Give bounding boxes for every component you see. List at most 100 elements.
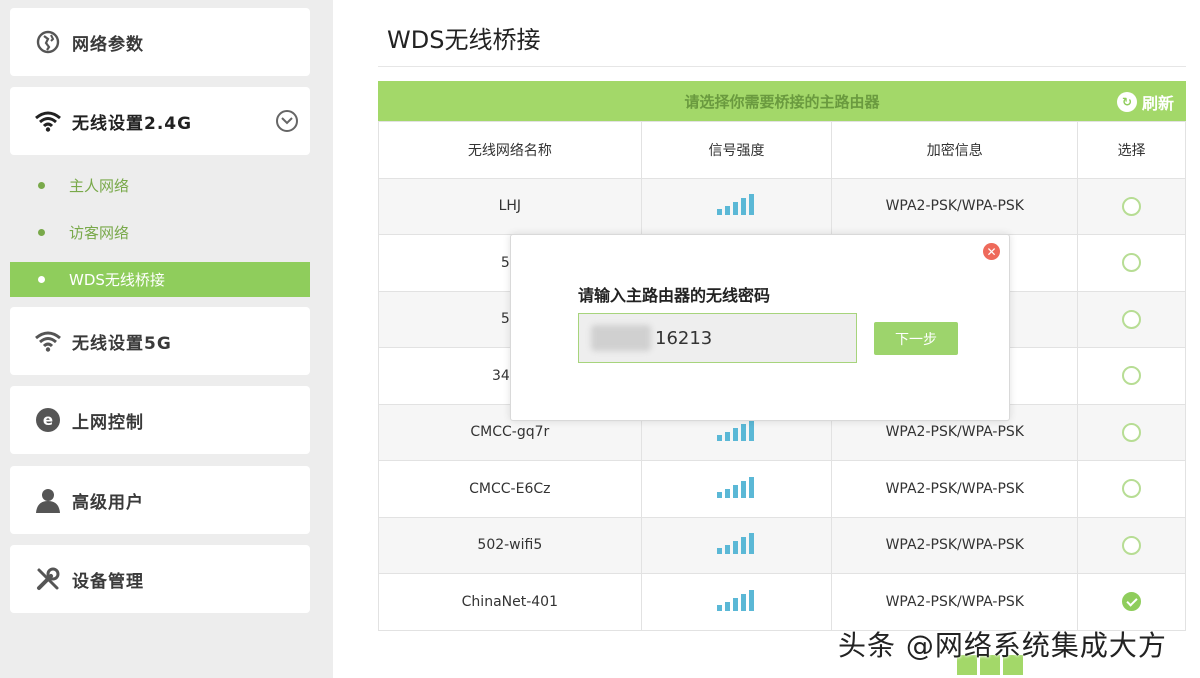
- signal-bar: [740, 424, 746, 442]
- signal-icon: [716, 476, 757, 502]
- select-cell: [1077, 234, 1186, 292]
- divider: [378, 66, 1186, 67]
- sidebar-subitem-host-network[interactable]: 主人网络: [10, 168, 310, 203]
- signal-bar: [748, 194, 754, 216]
- wifi-icon: [34, 107, 62, 135]
- signal-bar: [716, 491, 722, 498]
- bullet-icon: [38, 182, 45, 189]
- watermark: 头条 @网络系统集成大方: [838, 629, 1167, 662]
- sidebar-item-device-manage[interactable]: 设备管理: [10, 545, 310, 613]
- next-step-button[interactable]: 下一步: [874, 322, 958, 355]
- signal-bar: [724, 488, 730, 498]
- signal-icon: [716, 419, 757, 445]
- encryption-cell: WPA2-PSK/WPA-PSK: [831, 516, 1079, 574]
- sidebar-subitem-guest-network[interactable]: 访客网络: [10, 215, 310, 250]
- sidebar-item-wireless-24g[interactable]: 无线设置2.4G: [10, 87, 310, 155]
- user-icon: [34, 486, 62, 514]
- signal-icon: [716, 589, 757, 615]
- select-radio[interactable]: [1122, 479, 1142, 499]
- signal-bar: [748, 420, 754, 442]
- column-header: 信号强度: [640, 121, 833, 179]
- sidebar-item-label: 设备管理: [72, 571, 144, 592]
- table-row[interactable]: 502-wifi5 WPA2-PSK/WPA-PSK: [378, 516, 1186, 574]
- select-cell: [1077, 516, 1186, 574]
- signal-bar: [740, 480, 746, 498]
- sidebar-subitem-wds-bridge[interactable]: WDS无线桥接: [10, 262, 310, 297]
- svg-text:e: e: [43, 411, 53, 429]
- table-row[interactable]: LHJ WPA2-PSK/WPA-PSK: [378, 177, 1186, 235]
- select-radio[interactable]: [1122, 422, 1142, 442]
- signal-bar: [716, 548, 722, 555]
- table-row[interactable]: ChinaNet-401 WPA2-PSK/WPA-PSK: [378, 573, 1186, 631]
- tools-icon: [34, 565, 62, 593]
- signal-bar: [724, 601, 730, 611]
- sidebar-item-label: 高级用户: [72, 492, 144, 513]
- encryption-cell: WPA2-PSK/WPA-PSK: [831, 177, 1079, 235]
- select-cell: [1077, 403, 1186, 461]
- bullet-icon: [38, 276, 45, 283]
- select-cell: [1077, 177, 1186, 235]
- signal-bar: [732, 484, 738, 498]
- globe-icon: [34, 28, 62, 56]
- select-radio[interactable]: [1122, 196, 1142, 216]
- sidebar-item-label: 无线设置5G: [72, 333, 172, 354]
- sidebar-subitem-label: 主人网络: [69, 177, 130, 195]
- sidebar-item-advanced-user[interactable]: 高级用户: [10, 466, 310, 534]
- chevron-down-icon[interactable]: [276, 110, 298, 132]
- password-prompt: 请输入主路由器的无线密码: [578, 286, 771, 305]
- ssid-cell: ChinaNet-401: [378, 573, 642, 631]
- sidebar-item-network-params[interactable]: 网络参数: [10, 8, 310, 76]
- signal-bar: [716, 435, 722, 442]
- signal-bar: [748, 533, 754, 555]
- signal-cell: [640, 573, 833, 631]
- sidebar-item-label: 无线设置2.4G: [72, 113, 193, 134]
- sidebar-item-label: 网络参数: [72, 34, 144, 55]
- select-cell: [1077, 290, 1186, 348]
- signal-bar: [748, 589, 754, 611]
- select-cell: [1077, 460, 1186, 518]
- refresh-button[interactable]: ↻ 刷新: [1116, 90, 1174, 114]
- sidebar-subitem-label: WDS无线桥接: [69, 271, 165, 289]
- select-radio[interactable]: [1122, 366, 1142, 386]
- sidebar-item-access-control[interactable]: e 上网控制: [10, 386, 310, 454]
- encryption-cell: WPA2-PSK/WPA-PSK: [831, 573, 1079, 631]
- bar-title: 请选择你需要桥接的主路由器: [684, 92, 880, 111]
- select-cell: [1077, 573, 1186, 631]
- table-row[interactable]: CMCC-E6Cz WPA2-PSK/WPA-PSK: [378, 460, 1186, 518]
- signal-icon: [716, 193, 757, 219]
- signal-bar: [740, 593, 746, 611]
- refresh-icon: ↻: [1116, 92, 1137, 112]
- column-header: 无线网络名称: [378, 121, 642, 179]
- table-header-row: 无线网络名称 信号强度 加密信息 选择: [378, 121, 1186, 179]
- signal-bar: [732, 541, 738, 555]
- signal-cell: [640, 177, 833, 235]
- select-router-bar: 请选择你需要桥接的主路由器 ↻ 刷新: [378, 81, 1186, 121]
- signal-bar: [724, 432, 730, 442]
- signal-bar: [732, 428, 738, 442]
- column-header: 加密信息: [831, 121, 1079, 179]
- password-input[interactable]: 16213: [578, 313, 857, 363]
- encryption-cell: WPA2-PSK/WPA-PSK: [831, 460, 1079, 518]
- ssid-cell: CMCC-E6Cz: [378, 460, 642, 518]
- select-radio[interactable]: [1122, 253, 1142, 273]
- column-header: 选择: [1077, 121, 1186, 179]
- refresh-label: 刷新: [1141, 94, 1174, 113]
- signal-icon: [716, 532, 757, 558]
- sidebar: 网络参数 无线设置2.4G 主人网络 访客网络 WDS无线桥接 无线设置5G e…: [0, 0, 333, 678]
- close-icon[interactable]: ✕: [983, 243, 1000, 260]
- password-dialog: ✕ 请输入主路由器的无线密码 16213 下一步: [510, 234, 1010, 421]
- signal-bar: [732, 202, 738, 216]
- select-radio[interactable]: [1122, 535, 1142, 555]
- e-icon: e: [34, 406, 62, 434]
- signal-bar: [724, 206, 730, 216]
- select-radio[interactable]: [1122, 309, 1142, 329]
- signal-cell: [640, 516, 833, 574]
- signal-bar: [740, 537, 746, 555]
- select-cell: [1077, 347, 1186, 405]
- signal-bar: [716, 209, 722, 216]
- sidebar-subitem-label: 访客网络: [69, 224, 130, 242]
- bullet-icon: [38, 229, 45, 236]
- signal-cell: [640, 460, 833, 518]
- sidebar-item-wireless-5g[interactable]: 无线设置5G: [10, 307, 310, 375]
- select-radio-selected[interactable]: [1122, 592, 1142, 612]
